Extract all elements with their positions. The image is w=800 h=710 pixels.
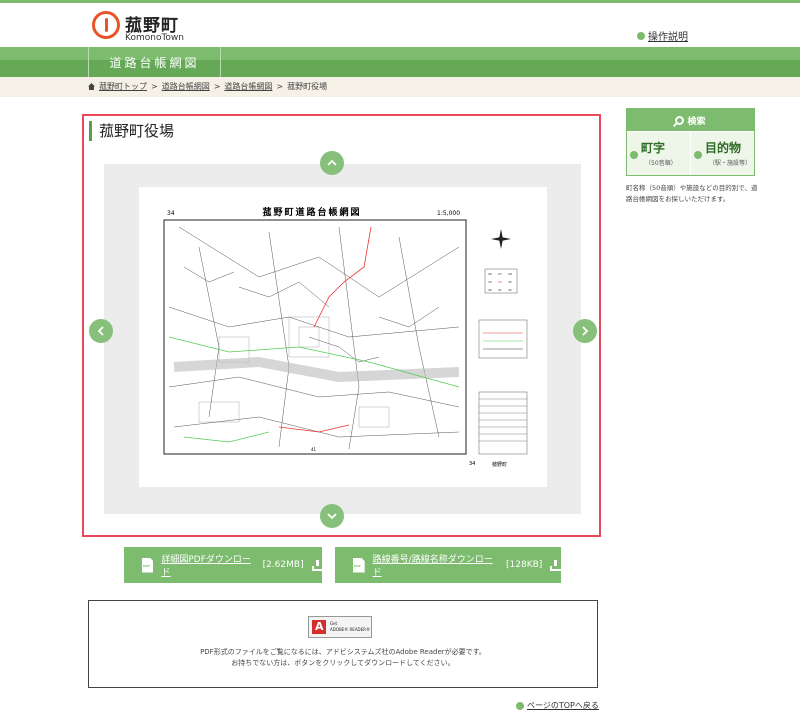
map-scale: 1:5,000 (437, 210, 460, 217)
search-note: 町名称（50音順）や施設などの目的別で、道路台帳網図をお探しいただけます。 (626, 184, 758, 203)
town-emblem-icon (92, 11, 120, 39)
scroll-right-button[interactable] (573, 319, 597, 343)
svg-text:33: 33 (488, 280, 492, 284)
breadcrumb-item-top[interactable]: 菰野町トップ (99, 81, 147, 92)
page-top-link[interactable]: ページのTOPへ戻る (516, 700, 599, 710)
pdf-file-icon: PDF (142, 557, 154, 573)
search-cell-label: 目的物 (705, 141, 742, 155)
chevron-down-icon (327, 513, 337, 520)
search-icon (675, 115, 685, 125)
search-by-landmark-button[interactable]: 目的物 （駅・施設等） (691, 132, 754, 175)
help-link-label: 操作説明 (648, 32, 688, 43)
pdf-file-icon: PDF (353, 557, 365, 573)
north-arrow-icon (491, 229, 511, 249)
top-accent-line (0, 0, 800, 3)
road-map-image: 34 菰野町道路台帳網図 1:5,000 27 (163, 206, 528, 468)
get-adobe-reader-button[interactable]: GetADOBE® READER® (308, 616, 372, 638)
download-icon (311, 559, 328, 571)
svg-text:34: 34 (498, 280, 502, 284)
search-title: 検索 (687, 116, 706, 127)
download-label: 路線番号/路線名称ダウンロード (372, 555, 493, 578)
page-title: 菰野町役場 (89, 121, 174, 141)
route-table (478, 391, 528, 455)
map-title: 菰野町道路台帳網図 (262, 206, 361, 218)
search-panel: 検索 町字 （50音順） 目的物 （駅・施設等） (626, 108, 755, 176)
chevron-left-icon (97, 326, 104, 336)
detail-pdf-download-button[interactable]: PDF 詳細図PDFダウンロード [2.62MB] (124, 547, 328, 583)
download-icon (550, 559, 565, 571)
map-sheet[interactable]: 34 菰野町道路台帳網図 1:5,000 27 (139, 187, 547, 487)
help-link[interactable]: 操作説明 (637, 28, 688, 43)
download-size: [128KB] (506, 560, 543, 570)
page-top-label: ページのTOPへ戻る (527, 701, 599, 710)
chevron-right-icon (582, 326, 589, 336)
scroll-up-button[interactable] (320, 151, 344, 175)
bullet-icon (694, 151, 702, 159)
bullet-icon (630, 151, 638, 159)
svg-text:41: 41 (498, 288, 502, 292)
nav-title[interactable]: 道路台帳網図 (88, 47, 221, 77)
download-label: 詳細図PDFダウンロード (161, 555, 251, 578)
svg-text:35: 35 (508, 280, 512, 284)
map-sheet-number: 34 (167, 210, 175, 217)
bullet-icon (516, 701, 524, 710)
adobe-reader-icon (312, 620, 326, 634)
svg-text:40: 40 (488, 288, 492, 292)
reader-badge-text: Get ADOBE® READER® (330, 621, 370, 632)
index-grid: 26 27 28 33 34 35 40 41 42 (484, 268, 518, 294)
route-list-download-button[interactable]: PDF 路線番号/路線名称ダウンロード [128KB] (335, 547, 565, 583)
reader-info-line: お持ちでない方は、ボタンをクリックしてダウンロードしてください。 (231, 659, 455, 667)
chevron-up-icon (327, 159, 337, 166)
scroll-down-button[interactable] (320, 504, 344, 528)
logo-subtitle: KomonoTown (125, 33, 184, 43)
search-header: 検索 (627, 109, 754, 131)
svg-text:42: 42 (508, 288, 512, 292)
site-logo[interactable]: 菰野町 KomonoTown (92, 11, 202, 45)
svg-text:28: 28 (508, 272, 512, 276)
breadcrumb: 菰野町トップ > 道路台帳網図 > 道路台帳網図 > 菰野町役場 (88, 81, 327, 92)
search-cell-sub: （50音順） (645, 160, 677, 167)
search-by-town-button[interactable]: 町字 （50音順） (627, 132, 690, 175)
search-cell-sub: （駅・施設等） (709, 160, 752, 167)
map-grid-bottom: 41 (311, 447, 317, 452)
svg-text:27: 27 (498, 272, 502, 276)
scroll-left-button[interactable] (89, 319, 113, 343)
svg-text:26: 26 (488, 272, 492, 276)
search-cell-label: 町字 (641, 141, 666, 155)
breadcrumb-separator: > (151, 82, 158, 91)
breadcrumb-separator: > (213, 82, 221, 91)
breadcrumb-item-roadmap[interactable]: 道路台帳網図 (162, 81, 210, 92)
breadcrumb-separator: > (276, 82, 284, 91)
reader-info-line: PDF形式のファイルをご覧になるには、アドビシステムズ社のAdobe Reade… (200, 648, 486, 656)
map-legend (478, 319, 528, 359)
download-size: [2.62MB] (262, 560, 304, 570)
map-town-label: 菰野町 (492, 461, 507, 468)
bullet-icon (637, 31, 645, 40)
adobe-reader-info (88, 600, 598, 688)
breadcrumb-current: 菰野町役場 (287, 82, 328, 91)
map-sheet-number-bottom: 34 (469, 461, 475, 467)
breadcrumb-item-roadmap-2[interactable]: 道路台帳網図 (224, 81, 272, 92)
home-icon (88, 83, 95, 90)
reader-info-text: PDF形式のファイルをご覧になるには、アドビシステムズ社のAdobe Reade… (88, 647, 598, 669)
